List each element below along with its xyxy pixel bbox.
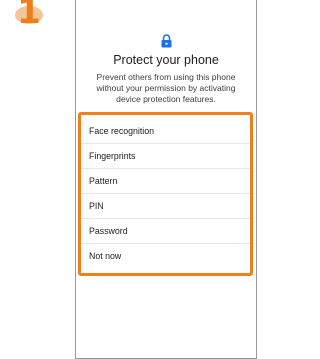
option-password[interactable]: Password	[81, 219, 250, 244]
page-description: Prevent others from using this phone wit…	[96, 72, 236, 104]
option-face-recognition[interactable]: Face recognition	[81, 119, 250, 144]
option-label: Pattern	[89, 176, 118, 186]
option-pin[interactable]: PIN	[81, 194, 250, 219]
option-label: Password	[89, 226, 128, 236]
step-number-badge: 1	[12, 0, 46, 32]
option-label: Face recognition	[89, 126, 155, 136]
lock-icon	[161, 34, 172, 48]
phone-screen: Protect your phone Prevent others from u…	[75, 0, 257, 359]
option-label: Not now	[89, 251, 122, 261]
page-title: Protect your phone	[113, 53, 219, 67]
step-number: 1	[17, 0, 41, 32]
option-label: Fingerprints	[89, 151, 136, 161]
option-label: PIN	[89, 201, 104, 211]
option-pattern[interactable]: Pattern	[81, 169, 250, 194]
protection-options-list: Face recognition Fingerprints Pattern PI…	[78, 112, 253, 276]
option-fingerprints[interactable]: Fingerprints	[81, 144, 250, 169]
option-not-now[interactable]: Not now	[81, 244, 250, 269]
